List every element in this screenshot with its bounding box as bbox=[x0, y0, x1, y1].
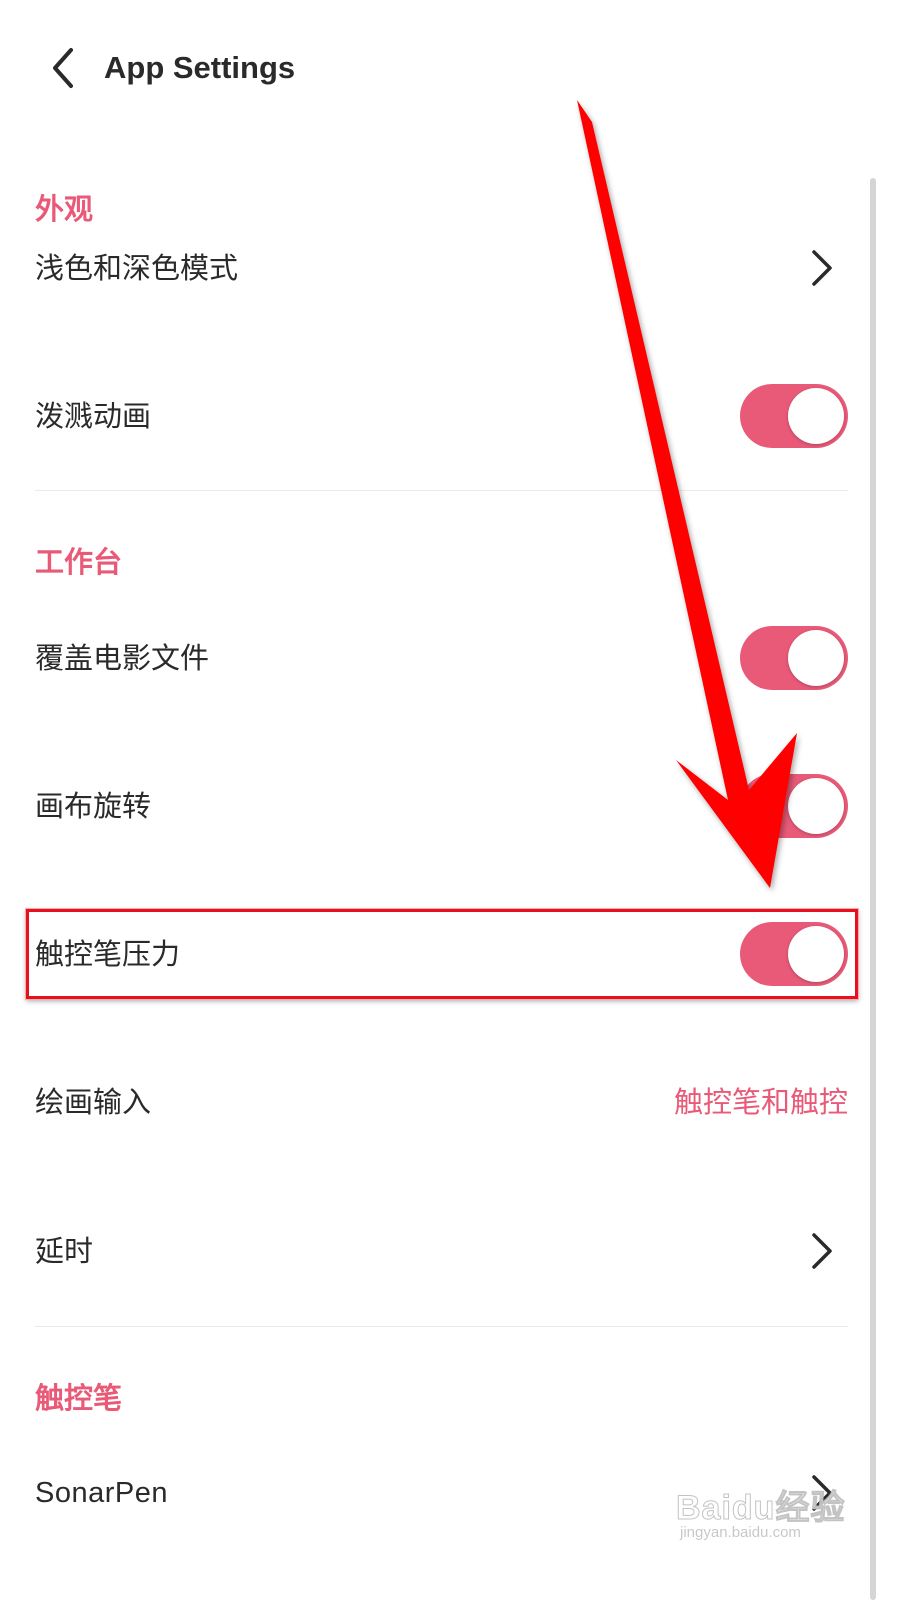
settings-row-overwrite-movie: 覆盖电影文件 bbox=[0, 608, 900, 708]
section-divider bbox=[35, 490, 848, 491]
canvas-rotation-toggle[interactable] bbox=[740, 774, 848, 838]
settings-row-splash: 泼溅动画 bbox=[0, 366, 900, 466]
settings-row-sonarpen[interactable]: SonarPen bbox=[0, 1443, 900, 1543]
splash-animation-toggle[interactable] bbox=[740, 384, 848, 448]
chevron-right-icon bbox=[812, 1233, 832, 1269]
settings-row-stylus-pressure: 触控笔压力 bbox=[0, 904, 900, 1004]
row-label-canvas-rotation: 画布旋转 bbox=[35, 789, 152, 823]
chevron-right-icon bbox=[812, 1475, 832, 1511]
chevron-right-icon bbox=[812, 250, 832, 286]
settings-row-theme[interactable]: 浅色和深色模式 bbox=[0, 218, 900, 318]
drawing-input-value: 触控笔和触控 bbox=[673, 1085, 848, 1119]
row-label-theme: 浅色和深色模式 bbox=[35, 251, 239, 285]
row-label-latency: 延时 bbox=[35, 1234, 94, 1268]
toggle-knob bbox=[788, 778, 844, 834]
toggle-knob bbox=[788, 926, 844, 982]
stylus-pressure-toggle[interactable] bbox=[740, 922, 848, 986]
scrollbar[interactable] bbox=[870, 178, 876, 1600]
page-title: App Settings bbox=[104, 50, 296, 85]
row-label-sonarpen: SonarPen bbox=[35, 1477, 168, 1509]
chevron-left-icon bbox=[53, 48, 73, 88]
toggle-knob bbox=[788, 388, 844, 444]
toggle-knob bbox=[788, 630, 844, 686]
settings-row-latency[interactable]: 延时 bbox=[0, 1201, 900, 1301]
overwrite-movie-toggle[interactable] bbox=[740, 626, 848, 690]
settings-row-drawing-input[interactable]: 绘画输入 触控笔和触控 bbox=[0, 1052, 900, 1152]
section-title-stylus: 触控笔 bbox=[35, 1381, 123, 1415]
row-label-drawing-input: 绘画输入 bbox=[35, 1085, 152, 1119]
section-title-workspace: 工作台 bbox=[35, 545, 123, 579]
settings-row-canvas-rotation: 画布旋转 bbox=[0, 756, 900, 856]
app-header: App Settings bbox=[0, 0, 900, 140]
row-label-stylus-pressure: 触控笔压力 bbox=[35, 937, 181, 971]
back-button[interactable] bbox=[36, 42, 88, 94]
row-label-splash: 泼溅动画 bbox=[35, 399, 152, 433]
row-label-overwrite-movie: 覆盖电影文件 bbox=[35, 641, 210, 675]
section-divider bbox=[35, 1326, 848, 1327]
